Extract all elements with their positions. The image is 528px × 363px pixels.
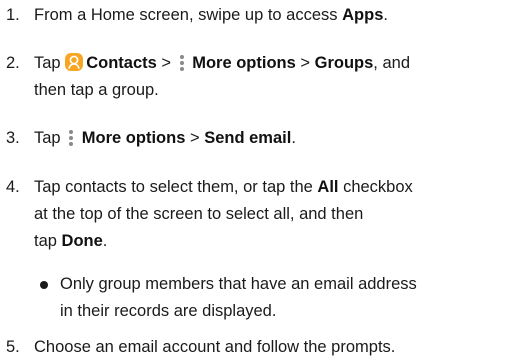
- step-number: 2.: [6, 54, 20, 72]
- more-options-icon: [67, 129, 75, 146]
- more-options-icon: [178, 54, 186, 71]
- groups-label: Groups: [314, 54, 374, 72]
- step-number: 4.: [6, 178, 20, 196]
- note-text: Only group members that have an email ad…: [60, 275, 417, 320]
- instructions-document: 1. From a Home screen, swipe up to acces…: [0, 0, 528, 363]
- step-number: 3.: [6, 129, 20, 147]
- note-bullet: Only group members that have an email ad…: [0, 271, 528, 325]
- step-3: 3. Tap More options > Send email.: [0, 125, 528, 152]
- contacts-label: Contacts: [86, 54, 157, 72]
- apps-label: Apps: [342, 6, 384, 24]
- contacts-app-icon: [65, 53, 84, 71]
- step-text: Tap More options > Send email.: [34, 129, 296, 147]
- step-number: 5.: [6, 338, 20, 356]
- step-text: From a Home screen, swipe up to access A…: [34, 6, 388, 24]
- send-email-label: Send email: [204, 129, 292, 147]
- done-label: Done: [61, 232, 103, 250]
- step-number: 1.: [6, 6, 20, 24]
- bullet-dot: [40, 281, 48, 289]
- step-1: 1. From a Home screen, swipe up to acces…: [0, 2, 528, 29]
- step-text: Tap Contacts > More options > Groups, an…: [34, 53, 410, 99]
- all-label: All: [317, 178, 339, 196]
- step-4: 4. Tap contacts to select them, or tap t…: [0, 174, 528, 255]
- more-options-label: More options: [192, 54, 296, 72]
- step-text: Choose an email account and follow the p…: [34, 338, 396, 356]
- step-2: 2. Tap Contacts > More options > Groups,…: [0, 50, 528, 104]
- step-5: 5. Choose an email account and follow th…: [0, 334, 528, 361]
- step-text: Tap contacts to select them, or tap the …: [34, 178, 413, 250]
- more-options-label: More options: [81, 129, 186, 147]
